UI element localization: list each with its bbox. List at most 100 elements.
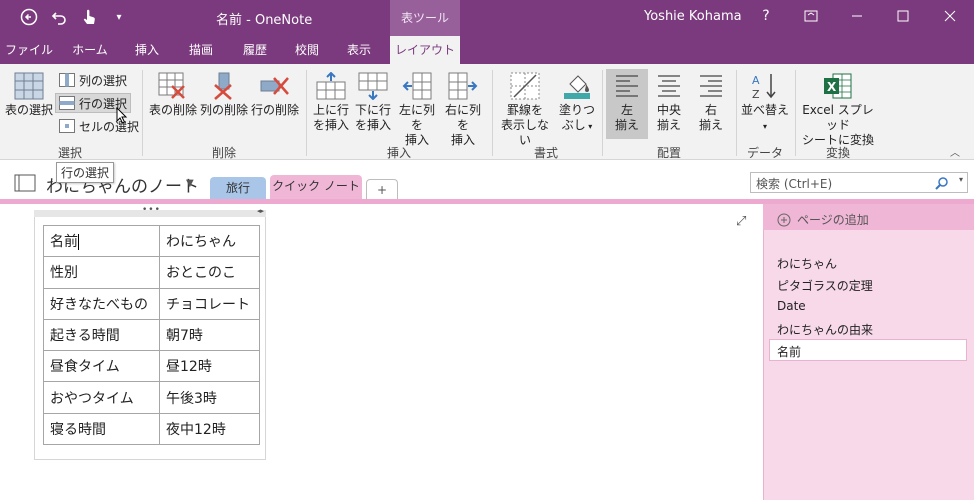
full-page-view-button[interactable]: ⤢ (736, 214, 746, 229)
add-page-button[interactable]: ページの追加 (763, 204, 974, 230)
ribbon-tab-bar: ファイル ホーム 挿入 描画 履歴 校閲 表示 レイアウト (0, 36, 974, 64)
table-cell[interactable]: 昼12時 (159, 350, 260, 383)
insert-row-above-button[interactable]: 上に行 を挿入 (310, 72, 352, 133)
select-cell-button[interactable]: セルの選択 (56, 116, 142, 136)
align-right-label-2: 揃え (698, 118, 723, 132)
tab-view[interactable]: 表示 (334, 36, 384, 64)
maximize-button[interactable] (883, 0, 923, 32)
quick-access-toolbar: ▾ (18, 6, 130, 28)
table-cell[interactable]: 夜中12時 (159, 412, 260, 446)
hide-borders-button[interactable]: 罫線を 表示しない (496, 72, 554, 148)
format-group-label: 書式 (533, 146, 558, 160)
align-left-button[interactable]: 左 揃え (606, 72, 648, 133)
tab-home[interactable]: ホーム (62, 36, 118, 64)
touch-mode-button[interactable] (78, 6, 100, 28)
collapse-ribbon-button[interactable]: ︿ (950, 144, 960, 159)
align-center-button[interactable]: 中央 揃え (648, 72, 690, 133)
data-group-label: データ (746, 146, 783, 160)
select-column-label: 列の選択 (79, 73, 128, 88)
tooltip: 行の選択 (56, 162, 115, 183)
shading-button[interactable]: 塗りつ ぶし ▾ (556, 72, 598, 134)
tab-insert[interactable]: 挿入 (122, 36, 172, 64)
add-section-button[interactable]: + (366, 179, 398, 199)
tab-history[interactable]: 履歴 (230, 36, 280, 64)
convert-to-excel-button[interactable]: X Excel スプレッド シートに変換 (797, 72, 879, 148)
chevron-up-icon: ︿ (950, 148, 960, 159)
insert-above-icon (316, 72, 346, 100)
section-tab-travel[interactable]: 旅行 (210, 177, 266, 199)
mouse-cursor-icon (116, 107, 128, 124)
section-tab-quick-notes[interactable]: クイック ノート (270, 175, 362, 199)
ribbon-display-icon (804, 10, 818, 22)
select-column-button[interactable]: 列の選択 (56, 70, 130, 90)
tab-review[interactable]: 校閲 (282, 36, 332, 64)
select-table-button[interactable]: 表の選択 (4, 72, 54, 118)
touch-hand-icon (83, 9, 95, 24)
align-center-icon (658, 75, 680, 97)
page-item[interactable]: Date (777, 299, 806, 313)
table-cell[interactable]: 昼食タイム (43, 350, 160, 383)
page-item[interactable]: ピタゴラスの定理 (777, 277, 873, 294)
insert-column-right-button[interactable]: 右に列を 挿入 (441, 72, 485, 148)
search-placeholder: 検索 (Ctrl+E) (756, 177, 833, 191)
table-cell[interactable]: わにちゃん (159, 224, 260, 258)
group-divider (306, 70, 307, 156)
hide-borders-label-1: 罫線を (506, 103, 543, 117)
delete-column-button[interactable]: 列の削除 (199, 72, 249, 118)
delete-table-icon (158, 72, 185, 99)
tab-layout[interactable]: レイアウト (390, 36, 460, 64)
ribbon: 表の選択 列の選択 行の選択 セルの選択 選択 表の削除 列の削除 行の削除 削… (0, 64, 974, 160)
expand-icon: ⤢ (736, 214, 747, 229)
ribbon-display-options-button[interactable] (791, 0, 831, 32)
align-right-icon (700, 75, 722, 97)
table-cell[interactable]: おやつタイム (43, 381, 160, 414)
table-move-handle[interactable]: ••• ◂▸ (34, 205, 266, 217)
insert-column-left-button[interactable]: 左に列を 挿入 (395, 72, 439, 148)
delete-column-icon (214, 72, 232, 100)
insert-below-icon (358, 72, 388, 100)
customize-qat-button[interactable]: ▾ (108, 6, 130, 28)
tab-draw[interactable]: 描画 (176, 36, 226, 64)
cell-text: 名前 (50, 234, 78, 251)
sort-label: 並べ替え (740, 103, 789, 117)
note-table[interactable]: 名前 わにちゃん 性別 おとこのこ 好きなたべもの チョコレート 起きる時間 朝… (43, 224, 260, 446)
table-cell[interactable]: 性別 (43, 256, 160, 289)
dropdown-arrow-icon: ▾ (762, 122, 767, 131)
close-button[interactable] (930, 0, 970, 32)
table-cell[interactable]: 朝7時 (159, 318, 260, 352)
table-cell[interactable]: 好きなたべもの (43, 287, 160, 320)
align-right-button[interactable]: 右 揃え (690, 72, 732, 133)
table-cell[interactable]: 起きる時間 (43, 318, 160, 352)
minimize-icon (852, 15, 862, 17)
table-cell[interactable]: 午後3時 (159, 381, 260, 414)
insert-right-icon (448, 72, 478, 100)
search-input[interactable]: 検索 (Ctrl+E) ▾ (750, 172, 968, 193)
user-name[interactable]: Yoshie Kohama (644, 9, 742, 24)
insert-row-below-button[interactable]: 下に行 を挿入 (352, 72, 394, 133)
table-grid-icon (14, 72, 44, 100)
back-button[interactable] (18, 6, 40, 28)
row-select-icon (59, 96, 75, 110)
undo-button[interactable] (48, 6, 70, 28)
sort-button[interactable]: A Z 並べ替え ▾ (740, 72, 790, 134)
help-button[interactable]: ? (746, 0, 786, 32)
align-group-label: 配置 (656, 146, 681, 160)
page-item[interactable]: わにちゃんの由来 (777, 321, 873, 338)
close-icon (944, 10, 956, 22)
delete-column-label: 列の削除 (199, 103, 248, 117)
delete-table-button[interactable]: 表の削除 (148, 72, 198, 118)
tab-file[interactable]: ファイル (0, 36, 58, 64)
page-item[interactable]: わにちゃん (777, 255, 837, 272)
table-cell[interactable]: 寝る時間 (43, 412, 160, 446)
insert-below-label-2: を挿入 (354, 118, 391, 132)
table-cell[interactable]: 名前 (43, 224, 160, 258)
page-item-selected[interactable]: 名前 (769, 339, 967, 361)
table-cell[interactable]: おとこのこ (159, 256, 260, 289)
notebook-dropdown[interactable]: ▼ (186, 178, 194, 189)
table-cell[interactable]: チョコレート (159, 287, 260, 320)
undo-icon (51, 12, 66, 25)
delete-row-button[interactable]: 行の削除 (250, 72, 300, 118)
minimize-button[interactable] (837, 0, 877, 32)
excel-icon: X (824, 73, 852, 99)
insert-right-label-2: 挿入 (450, 133, 475, 147)
